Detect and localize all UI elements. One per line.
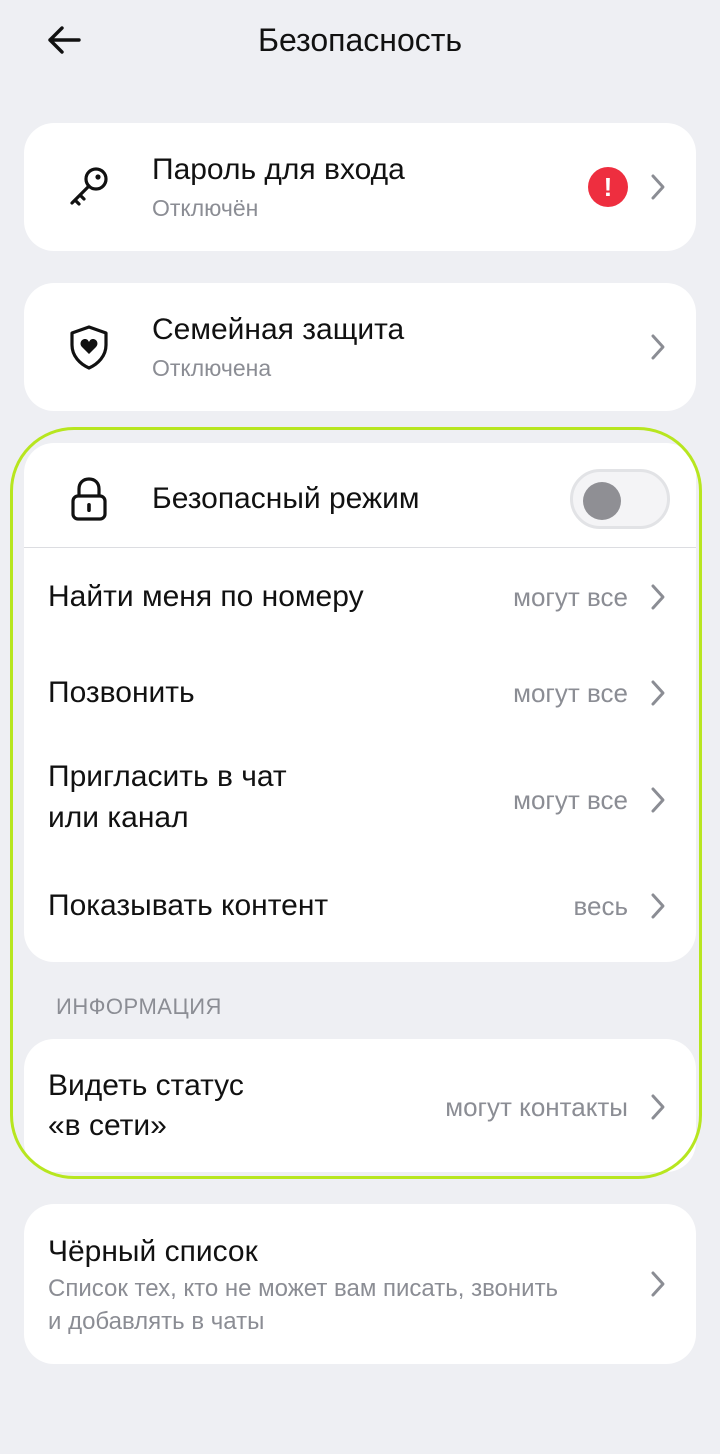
row-value: могут контакты: [445, 1092, 628, 1122]
online-status-card: Видеть статус «в сети» могут контакты: [24, 1039, 696, 1172]
password-status: Отключён: [152, 195, 259, 221]
top-bar: Безопасность: [0, 0, 720, 80]
row-label: Позвонить: [48, 676, 195, 709]
row-label: Показывать контент: [48, 889, 329, 922]
row-value: могут все: [513, 582, 628, 612]
row-label-line-1: Пригласить в чат: [48, 760, 287, 793]
lock-icon: [64, 474, 114, 524]
row-value: весь: [573, 891, 628, 921]
row-label: Найти меня по номеру: [48, 580, 364, 613]
blacklist-description-line-1: Список тех, кто не может вам писать, зво…: [48, 1275, 559, 1302]
find-by-number-row[interactable]: Найти меня по номеру могут все: [24, 547, 696, 643]
safe-mode-toggle[interactable]: [570, 469, 670, 529]
key-icon: [64, 162, 114, 212]
chevron-right-icon: [648, 1267, 668, 1301]
row-label-line-2: или канал: [48, 801, 189, 834]
family-status: Отключена: [152, 355, 272, 381]
section-label-info: ИНФОРМАЦИЯ: [56, 994, 222, 1019]
blacklist-card: Чёрный список Список тех, кто не может в…: [24, 1204, 696, 1364]
blacklist-title: Чёрный список: [48, 1235, 258, 1268]
call-row[interactable]: Позвонить могут все: [24, 643, 696, 739]
password-row[interactable]: Пароль для входа Отключён !: [24, 123, 696, 251]
row-label-line-1: Видеть статус: [48, 1069, 244, 1102]
shield-heart-icon: [64, 322, 114, 372]
chevron-right-icon: [648, 580, 668, 614]
show-content-row[interactable]: Показывать контент весь: [24, 857, 696, 953]
blacklist-description-line-2: и добавлять в чаты: [48, 1308, 265, 1335]
row-label-line-2: «в сети»: [48, 1109, 167, 1142]
page-title: Безопасность: [257, 22, 463, 58]
chevron-right-icon: [648, 676, 668, 710]
row-value: могут все: [513, 785, 628, 815]
invite-to-chat-row[interactable]: Пригласить в чат или канал могут все: [24, 739, 696, 857]
chevron-right-icon: [648, 330, 668, 364]
password-card: Пароль для входа Отключён !: [24, 123, 696, 251]
row-value: могут все: [513, 678, 628, 708]
safe-mode-card: Безопасный режим Найти меня по номеру мо…: [24, 443, 696, 962]
family-title: Семейная защита: [152, 313, 405, 346]
safe-mode-title: Безопасный режим: [152, 482, 420, 515]
blacklist-row[interactable]: Чёрный список Список тех, кто не может в…: [24, 1204, 696, 1364]
online-status-row[interactable]: Видеть статус «в сети» могут контакты: [24, 1039, 696, 1172]
alert-badge: !: [588, 167, 628, 207]
safe-mode-row: Безопасный режим: [24, 443, 696, 547]
chevron-right-icon: [648, 170, 668, 204]
family-row[interactable]: Семейная защита Отключена: [24, 283, 696, 411]
chevron-right-icon: [648, 889, 668, 923]
family-card: Семейная защита Отключена: [24, 283, 696, 411]
password-title: Пароль для входа: [152, 153, 405, 186]
chevron-right-icon: [648, 783, 668, 817]
toggle-knob: [583, 482, 621, 520]
chevron-right-icon: [648, 1090, 668, 1124]
